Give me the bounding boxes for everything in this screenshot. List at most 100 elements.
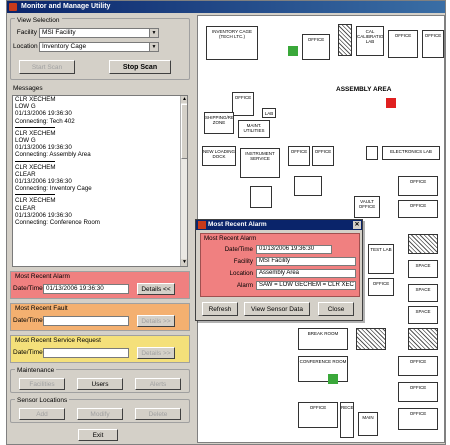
view-selection-title: View Selection [15,17,62,24]
message-line: CLR XECHEM [15,129,56,137]
room-office-mid[interactable]: OFFICE [232,92,254,116]
dialog-date-label: Date/Time [224,246,253,253]
scroll-up-icon[interactable]: ▲ [181,96,187,103]
app-icon [198,221,206,229]
room-shipping[interactable]: SHIPPING/RECEIVING ZONE [204,112,234,134]
left-panel: View Selection Facility MSI Facility ▼ L… [10,15,190,443]
room-office-h[interactable]: OFFICE [398,356,438,376]
room-inventory-cage[interactable]: INVENTORY CAGE (TECH LTC.) [206,26,258,60]
room-office-b[interactable]: OFFICE [312,146,334,166]
message-line: 01/13/2006 19:36:30 [15,211,72,219]
title-bar: Monitor and Manage Utility [7,1,445,13]
sensor-marker-assembly[interactable] [386,98,396,108]
chevron-down-icon[interactable]: ▼ [149,29,158,37]
dialog-location-label: Location [229,270,253,277]
close-icon[interactable]: ✕ [353,221,361,229]
dialog-group-title: Most Recent Alarm [204,235,257,242]
refresh-button[interactable]: Refresh [202,302,238,316]
service-date-field[interactable] [43,348,129,358]
scroll-down-icon[interactable]: ▼ [181,259,187,266]
room-space-b[interactable]: SPACE [408,284,438,302]
facilities-button[interactable]: Facilities [19,378,65,390]
messages-scrollbar[interactable]: ▲ ▼ [180,96,187,266]
chevron-down-icon[interactable]: ▼ [149,43,158,51]
message-line: 01/13/2006 19:36:30 [15,144,72,152]
recent-service-panel: Most Recent Service Request Date/Time De… [10,335,190,363]
room-office-f[interactable]: OFFICE [368,278,394,296]
service-date-label: Date/Time [13,349,43,356]
sensor-marker-inventory[interactable] [288,46,298,56]
message-separator [15,126,55,128]
room-office-e1[interactable]: OFFICE [398,176,438,196]
scroll-thumb[interactable] [181,104,187,159]
room-office-e2[interactable]: OFFICE [398,200,438,218]
dialog-alarm-label: Alarm [236,282,253,289]
room-space-c[interactable]: SPACE [408,306,438,324]
room-lab[interactable]: LAB [262,108,276,118]
dialog-alarm-field[interactable]: SAW = LOW GECHEM = CLR XEC [256,281,356,290]
location-select-value: Inventory Cage [42,43,87,50]
alarm-details-button[interactable]: Details << [137,283,175,295]
room-office-a[interactable]: OFFICE [288,146,310,166]
room-conference[interactable]: CONFERENCE ROOM [298,356,348,382]
facility-select[interactable]: MSI Facility ▼ [39,28,159,38]
room-office-j[interactable]: OFFICE [398,408,438,430]
delete-sensor-button[interactable]: Delete [135,408,181,420]
room-electronics[interactable]: ELECTRONICS LAB [382,146,440,160]
recent-fault-panel: Most Recent Fault Date/Time Details >> [10,303,190,331]
room-office-ne[interactable]: OFFICE [388,30,418,58]
room-test-lab[interactable]: TEST LAB [368,244,394,274]
dialog-alarm-group: Most Recent Alarm Date/Time 01/13/2006 1… [200,233,360,297]
message-line: LOW G [15,103,36,111]
sensor-locations-group: Sensor Locations Add Modify Delete [10,397,190,423]
room-cal-lab[interactable]: CAL CALIBRATION LAB [356,26,384,56]
room-office-i[interactable]: OFFICE [398,382,438,402]
recent-alarm-title: Most Recent Alarm [15,273,70,280]
room-office-g[interactable]: OFFICE [298,402,338,428]
alerts-button[interactable]: Alerts [135,378,181,390]
message-line: CLR XECHEM [15,96,56,103]
modify-sensor-button[interactable]: Modify [77,408,123,420]
main-window: Monitor and Manage Utility View Selectio… [6,0,446,445]
exit-button[interactable]: Exit [78,429,118,441]
room-reception[interactable]: RECEPTION [340,402,354,438]
messages-list[interactable]: CLR XECHEM LOW G 01/13/2006 19:36:30 Connec… [12,95,188,267]
room-mens [408,328,438,350]
message-line: Connecting: Inventory Cage [15,185,92,193]
close-button[interactable]: Close [318,302,354,316]
message-line: Connecting: Assembly Area [15,151,91,159]
room-space-a[interactable]: SPACE [408,260,438,278]
alarm-date-field[interactable]: 01/13/2006 19:36:30 [43,284,129,294]
users-button[interactable]: Users [77,378,123,390]
room-maint[interactable]: MAINT. UTILITIES [238,120,270,138]
message-line: 01/13/2006 19:36:30 [15,178,72,186]
dialog-location-field[interactable]: Assembly Area [256,269,356,278]
sensor-marker-conference[interactable] [328,374,338,384]
stop-scan-button[interactable]: Stop Scan [109,60,171,74]
fault-date-field[interactable] [43,316,129,326]
message-line: CLEAR [15,170,36,178]
room-break[interactable]: BREAK ROOM [298,328,348,350]
room-office-corner[interactable]: OFFICE [422,30,444,58]
view-sensor-data-button[interactable]: View Sensor Data [244,302,310,316]
room-new-loading[interactable]: NEW LOADING DOCK [202,146,236,166]
dialog-facility-label: Facility [233,258,253,265]
fault-date-label: Date/Time [13,317,43,324]
recent-alarm-panel: Most Recent Alarm Date/Time 01/13/2006 1… [10,271,190,299]
room-office-top[interactable]: OFFICE [302,34,330,60]
location-select[interactable]: Inventory Cage ▼ [39,42,159,52]
dialog-facility-field[interactable]: MSI Facility [256,257,356,266]
dialog-date-field[interactable]: 01/13/2006 19:36:30 [256,245,332,254]
start-scan-button[interactable]: Start Scan [19,60,75,74]
message-line: Connecting: Tech 402 [15,117,75,125]
room-main[interactable]: MAIN [358,412,378,436]
service-details-button[interactable]: Details >> [137,347,175,359]
room-small-b [294,176,322,196]
room-vault[interactable]: VAULT OFFICE [354,196,380,218]
room-instrument[interactable]: INSTRUMENT SERVICE [240,148,280,178]
message-separator [15,160,55,162]
dialog-title: Most Recent Alarm [208,221,267,228]
add-sensor-button[interactable]: Add [19,408,65,420]
fault-details-button[interactable]: Details >> [137,315,175,327]
sensor-locations-title: Sensor Locations [15,397,70,404]
